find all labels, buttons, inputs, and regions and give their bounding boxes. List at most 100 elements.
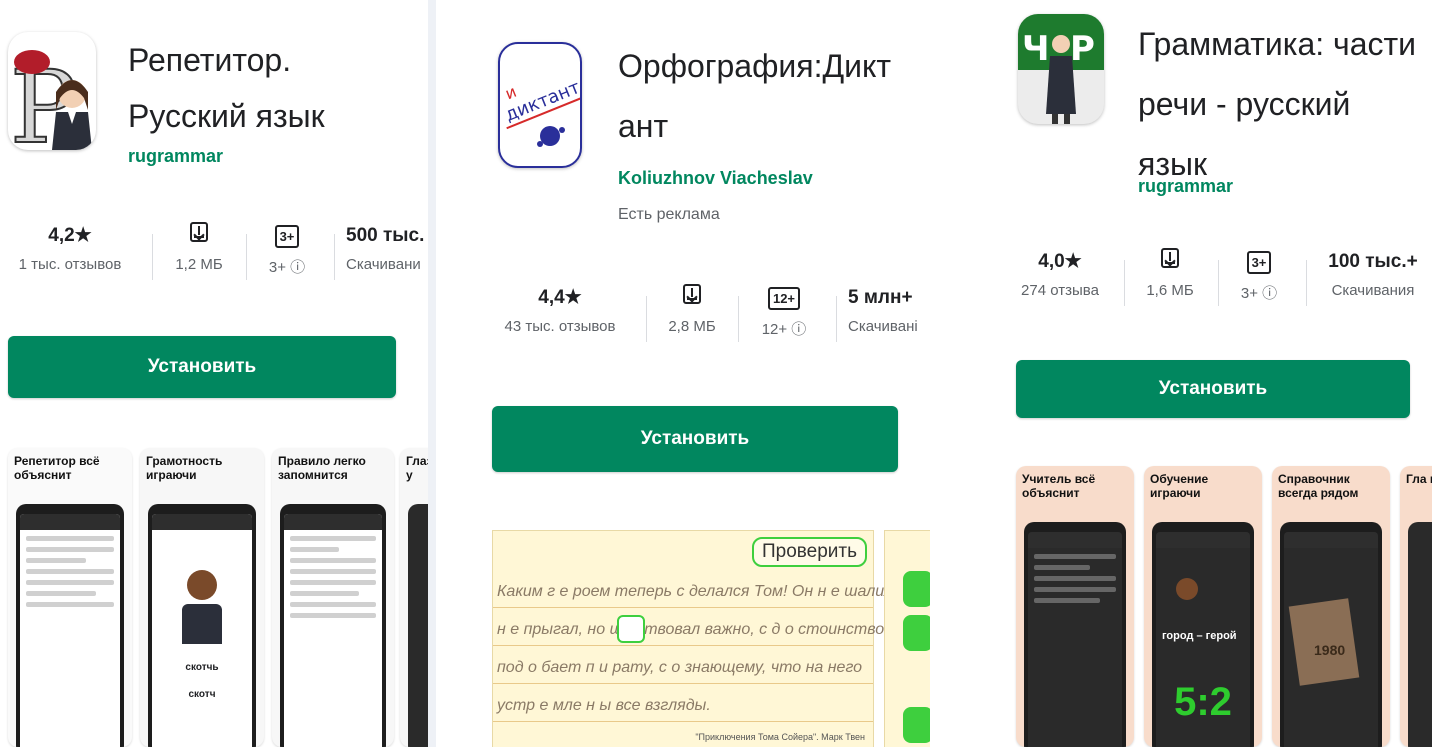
age-value: 12+ ⓘ — [761, 321, 807, 338]
title-line: Грамматика: части — [1138, 26, 1417, 62]
developer-link[interactable]: rugrammar — [1138, 176, 1233, 197]
age-stat[interactable]: 12+ 12+ ⓘ — [744, 284, 824, 339]
app-card-repetitor: P Репетитор. Русский язык rugrammar 4,2★… — [0, 0, 428, 747]
downloads-label: Скачивані — [848, 318, 918, 335]
rating-value: 4,2★ — [48, 225, 92, 246]
rating-stat[interactable]: 4,4★ 43 тыс. отзывов — [490, 284, 630, 335]
screenshot-dictation-2[interactable] — [884, 530, 930, 747]
app-icon[interactable]: Ч Р — [1018, 14, 1104, 124]
svg-text:и: и — [502, 82, 519, 104]
divider — [836, 296, 837, 342]
divider — [152, 234, 153, 280]
reviews-count: 1 тыс. отзывов — [18, 256, 122, 273]
size-value: 1,6 МБ — [1146, 282, 1194, 299]
rating-value: 4,0★ — [1038, 251, 1082, 272]
downloads-label: Скачивания — [1331, 282, 1415, 299]
screenshot-caption: Гла не у — [1406, 472, 1432, 486]
app-title: Репетитор. Русский язык — [128, 38, 325, 138]
rating-value: 4,4★ — [538, 287, 582, 308]
book-year: 1980 — [1314, 642, 1346, 658]
shot-word: скотчь — [185, 662, 219, 673]
dictation-line: Каким г е роем теперь с делался Том! Он … — [497, 583, 907, 600]
app-icon[interactable]: P — [8, 32, 96, 150]
icon-letter: Ч — [1022, 29, 1049, 69]
shot-word: скотч — [188, 689, 216, 700]
screenshot-2[interactable]: Грамотность играючи скотчь скотч — [140, 448, 264, 747]
downloads-stat: 5 млн+ Скачивані — [848, 284, 930, 335]
downloads-stat: 500 тыс. Скачивани — [346, 222, 428, 273]
shot-word: город – герой — [1162, 630, 1237, 642]
screenshot-4[interactable]: Гла не у — [1400, 466, 1432, 747]
divider — [1306, 260, 1307, 306]
downloads-stat: 100 тыс.+ Скачивания — [1318, 248, 1428, 299]
install-button[interactable]: Установить — [492, 406, 898, 472]
download-icon — [1161, 248, 1179, 268]
title-line: Репетитор. — [128, 42, 292, 78]
rating-stat[interactable]: 4,2★ 1 тыс. отзывов — [0, 222, 140, 273]
phone-frame — [1024, 522, 1126, 747]
phone-frame: 1980 — [1280, 522, 1382, 747]
screenshot-dictation[interactable]: Проверить Каким г е роем теперь с делалс… — [492, 530, 928, 747]
panel-gap — [930, 0, 1000, 747]
panel-separator — [428, 0, 436, 747]
size-stat: 1,6 МБ — [1130, 248, 1210, 299]
stats-row: 4,0★ 274 отзыва 1,6 МБ 3+ 3+ ⓘ 100 тыс.+… — [1000, 248, 1432, 318]
app-title: Орфография:Дикт ант — [618, 44, 891, 148]
rating-stat[interactable]: 4,0★ 274 отзыва — [1010, 248, 1110, 299]
app-title: Грамматика: части речи - русский язык — [1138, 14, 1416, 194]
age-rating-badge: 3+ — [274, 225, 300, 248]
developer-link[interactable]: Koliuzhnov Viacheslav — [618, 168, 813, 189]
screenshot-2[interactable]: Обучение играючи город – герой 5:2 — [1144, 466, 1262, 747]
downloads-value: 5 млн+ — [848, 287, 913, 308]
screenshot-3[interactable]: Правило легко запомнится — [272, 448, 394, 747]
app-card-orfografia: диктант и Орфография:Дикт ант Koliuzhnov… — [436, 0, 930, 747]
dictation-line: н е прыгал, но ше ствовал важно, с д о с… — [497, 621, 929, 638]
screenshot-caption: Справочник всегда рядом — [1278, 472, 1359, 500]
screenshot-caption: Учитель всё объяснит — [1022, 472, 1096, 500]
phone-frame — [408, 504, 428, 747]
answer-slot-active[interactable] — [617, 615, 645, 643]
title-line: Орфография:Дикт — [618, 48, 892, 84]
screenshot-4[interactable]: Глаз не у — [400, 448, 428, 747]
app-icon[interactable]: диктант и — [498, 42, 582, 168]
install-button[interactable]: Установить — [8, 336, 396, 398]
install-button[interactable]: Установить — [1016, 360, 1410, 418]
download-icon — [190, 222, 208, 242]
age-value: 3+ ⓘ — [268, 259, 306, 276]
downloads-label: Скачивани — [346, 256, 421, 273]
phone-frame — [1408, 522, 1432, 747]
screenshot-caption: Глаз не у — [406, 454, 428, 482]
title-line: ант — [618, 108, 669, 144]
age-rating-badge: 12+ — [767, 287, 801, 310]
screenshot-3[interactable]: Справочник всегда рядом 1980 — [1272, 466, 1390, 747]
app-card-grammatika: Ч Р Грамматика: части речи - русский язы… — [1000, 0, 1432, 747]
phone-frame — [280, 504, 386, 747]
divider — [1218, 260, 1219, 306]
icon-letter: Р — [1070, 29, 1095, 69]
divider — [646, 296, 647, 342]
title-line: речи - русский — [1138, 86, 1351, 122]
divider — [334, 234, 335, 280]
screenshot-caption: Правило легко запомнится — [278, 454, 366, 482]
screenshot-1[interactable]: Репетитор всё объяснит — [8, 448, 132, 747]
age-stat[interactable]: 3+ 3+ ⓘ — [1224, 248, 1294, 303]
title-line: Русский язык — [128, 98, 325, 134]
size-stat: 2,8 МБ — [652, 284, 732, 335]
age-rating-badge: 3+ — [1246, 251, 1272, 274]
reviews-count: 274 отзыва — [1021, 282, 1099, 299]
score-text: 5:2 — [1174, 680, 1232, 724]
downloads-value: 100 тыс.+ — [1328, 251, 1418, 272]
size-stat: 1,2 МБ — [158, 222, 240, 273]
developer-link[interactable]: rugrammar — [128, 146, 223, 167]
age-value: 3+ ⓘ — [1240, 285, 1278, 302]
downloads-value: 500 тыс. — [346, 225, 425, 246]
quote-source: "Приключения Тома Сойера". Марк Твен — [695, 732, 865, 742]
phone-frame — [16, 504, 124, 747]
check-button[interactable]: Проверить — [751, 537, 867, 567]
stats-row: 4,4★ 43 тыс. отзывов 2,8 МБ 12+ 12+ ⓘ 5 … — [436, 284, 930, 354]
divider — [738, 296, 739, 342]
screenshot-1[interactable]: Учитель всё объяснит — [1016, 466, 1134, 747]
age-stat[interactable]: 3+ 3+ ⓘ — [252, 222, 322, 277]
phone-frame: город – герой 5:2 — [1152, 522, 1254, 747]
ads-notice: Есть реклама — [618, 206, 720, 223]
